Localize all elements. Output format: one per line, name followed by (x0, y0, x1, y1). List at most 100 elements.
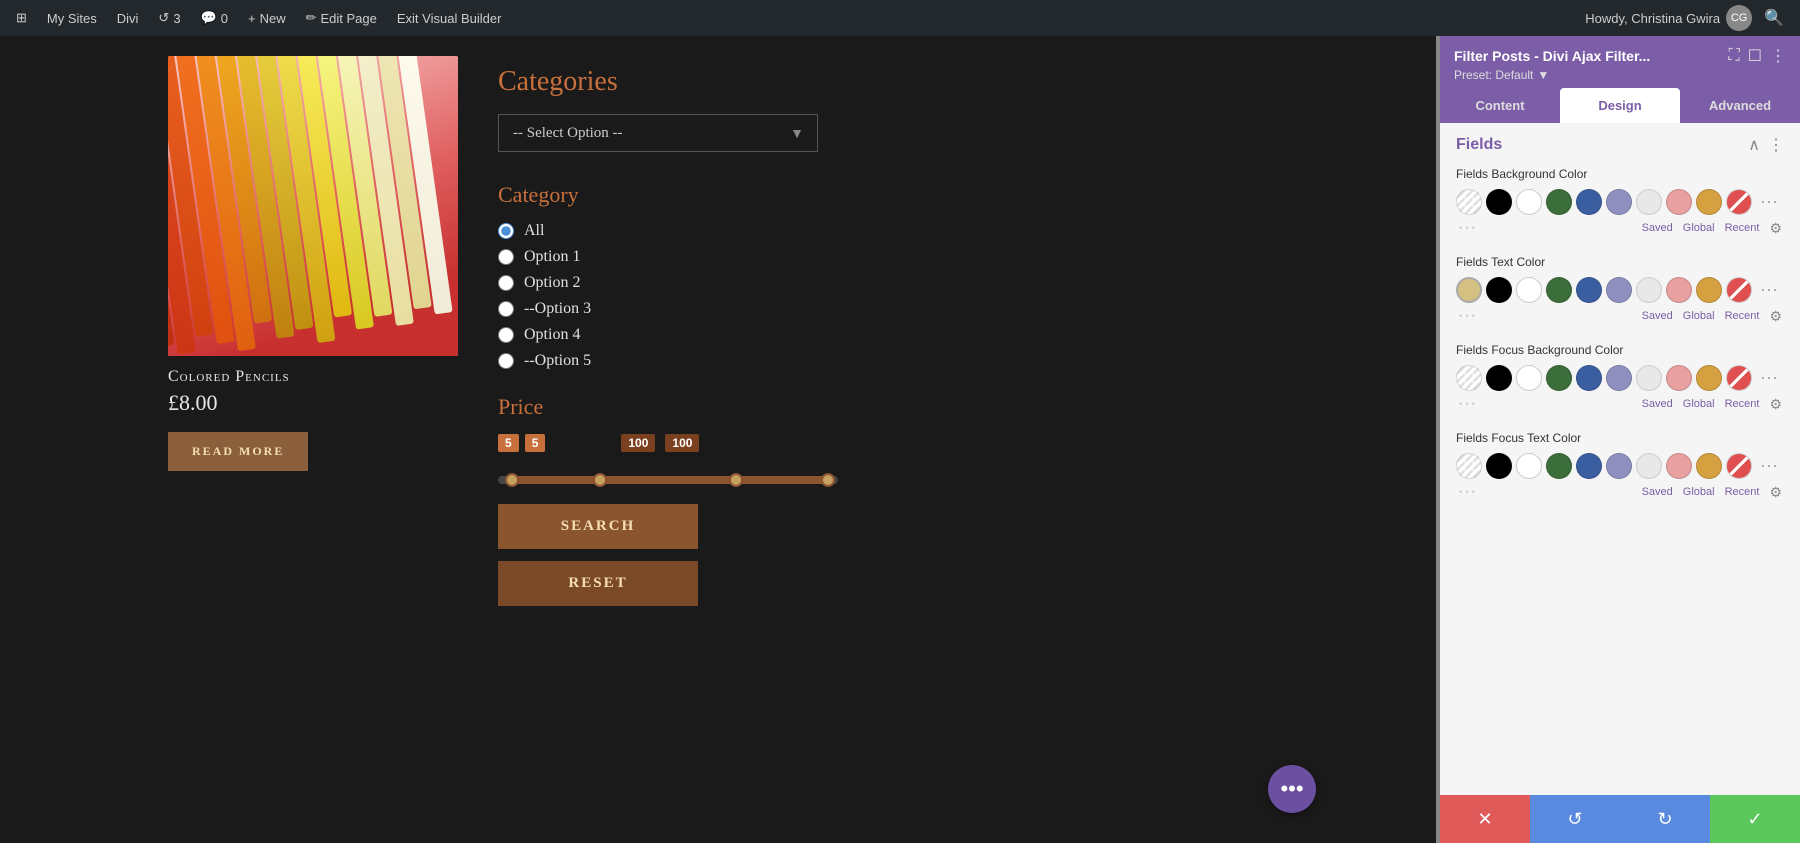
global-label-ftxt[interactable]: Global (1683, 486, 1715, 498)
search-icon[interactable]: 🔍 (1756, 8, 1792, 28)
global-label-bg[interactable]: Global (1683, 222, 1715, 234)
reset-button[interactable]: Reset (498, 561, 698, 606)
floating-action-button[interactable]: ••• (1268, 765, 1316, 813)
swatch-black-fbg[interactable] (1486, 365, 1512, 391)
tab-content[interactable]: Content (1440, 88, 1560, 123)
howdy-item[interactable]: Howdy, Christina Gwira CG (1585, 5, 1752, 31)
edit-page-item[interactable]: ✏ Edit Page (298, 0, 385, 36)
redo-button[interactable]: ↻ (1620, 795, 1710, 843)
swatch-blue-text[interactable] (1576, 277, 1602, 303)
saved-label-bg[interactable]: Saved (1642, 222, 1673, 234)
my-sites[interactable]: My Sites (39, 0, 105, 36)
color-extra-icon-ftxt[interactable]: ⋯ (1760, 456, 1779, 477)
swatch-white-ftxt[interactable] (1516, 453, 1542, 479)
recent-label-ftxt[interactable]: Recent (1725, 486, 1760, 498)
new-item[interactable]: + New (240, 0, 294, 36)
fields-menu-icon[interactable]: ⋮ (1768, 135, 1784, 155)
swatch-transparent-ftxt[interactable] (1456, 453, 1482, 479)
price-thumb-max1[interactable] (729, 473, 743, 487)
swatch-red-slash-ftxt[interactable] (1726, 453, 1752, 479)
swatch-pink-bg[interactable] (1666, 189, 1692, 215)
tab-design[interactable]: Design (1560, 88, 1680, 123)
recent-label-fbg[interactable]: Recent (1725, 398, 1760, 410)
more-icon[interactable]: ⋮ (1770, 46, 1786, 66)
color-extra-icon-fbg[interactable]: ⋯ (1760, 368, 1779, 389)
wp-logo[interactable]: ⊞ (8, 0, 35, 36)
gear-icon-ftxt[interactable]: ⚙ (1769, 484, 1782, 501)
radio-all[interactable]: All (498, 222, 1268, 240)
swatch-white-text[interactable] (1516, 277, 1542, 303)
tab-advanced[interactable]: Advanced (1680, 88, 1800, 123)
color-extra-icon-text[interactable]: ⋯ (1760, 280, 1779, 301)
swatch-gold-text[interactable] (1696, 277, 1722, 303)
swatch-gold-fbg[interactable] (1696, 365, 1722, 391)
sidebar-preset[interactable]: Preset: Default ▼ (1454, 68, 1786, 82)
radio-option3[interactable]: --Option 3 (498, 300, 1268, 318)
radio-option4[interactable]: Option 4 (498, 326, 1268, 344)
fields-collapse-icon[interactable]: ∧ (1748, 135, 1760, 155)
category-select[interactable]: -- Select Option -- Option 1 Option 2 Op… (498, 114, 818, 152)
gear-icon-text[interactable]: ⚙ (1769, 308, 1782, 325)
swatch-white-bg[interactable] (1516, 189, 1542, 215)
swatch-lavender-bg[interactable] (1606, 189, 1632, 215)
swatch-red-slash-bg[interactable] (1726, 189, 1752, 215)
gear-icon-fbg[interactable]: ⚙ (1769, 396, 1782, 413)
swatch-lightgray-ftxt[interactable] (1636, 453, 1662, 479)
saved-label-text[interactable]: Saved (1642, 310, 1673, 322)
swatch-white-fbg[interactable] (1516, 365, 1542, 391)
swatch-lightgray-bg[interactable] (1636, 189, 1662, 215)
revisions-item[interactable]: ↺ 3 (150, 0, 188, 36)
swatch-black-ftxt[interactable] (1486, 453, 1512, 479)
swatch-lightgray-text[interactable] (1636, 277, 1662, 303)
swatch-red-slash-fbg[interactable] (1726, 365, 1752, 391)
color-dots-fbg[interactable]: ··· (1458, 395, 1477, 413)
global-label-text[interactable]: Global (1683, 310, 1715, 322)
swatch-lightgray-fbg[interactable] (1636, 365, 1662, 391)
swatch-eyedropper-text[interactable] (1456, 277, 1482, 303)
swatch-black-text[interactable] (1486, 277, 1512, 303)
swatch-lavender-text[interactable] (1606, 277, 1632, 303)
swatch-black-bg[interactable] (1486, 189, 1512, 215)
swatch-green-ftxt[interactable] (1546, 453, 1572, 479)
swatch-pink-fbg[interactable] (1666, 365, 1692, 391)
cancel-button[interactable]: ✕ (1440, 795, 1530, 843)
save-button[interactable]: ✓ (1710, 795, 1800, 843)
swatch-gold-bg[interactable] (1696, 189, 1722, 215)
undo-button[interactable]: ↺ (1530, 795, 1620, 843)
radio-input-option5[interactable] (498, 353, 514, 369)
radio-option2[interactable]: Option 2 (498, 274, 1268, 292)
swatch-blue-fbg[interactable] (1576, 365, 1602, 391)
swatch-transparent-fbg[interactable] (1456, 365, 1482, 391)
swatch-transparent-bg[interactable] (1456, 189, 1482, 215)
divi-item[interactable]: Divi (109, 0, 147, 36)
price-thumb-mid[interactable] (593, 473, 607, 487)
swatch-gold-ftxt[interactable] (1696, 453, 1722, 479)
radio-option5[interactable]: --Option 5 (498, 352, 1268, 370)
exit-builder-item[interactable]: Exit Visual Builder (389, 0, 510, 36)
expand-icon[interactable]: ⛶ (1728, 47, 1739, 65)
swatch-pink-text[interactable] (1666, 277, 1692, 303)
radio-input-all[interactable] (498, 223, 514, 239)
recent-label-bg[interactable]: Recent (1725, 222, 1760, 234)
global-label-fbg[interactable]: Global (1683, 398, 1715, 410)
color-extra-icon-bg[interactable]: ⋯ (1760, 192, 1779, 213)
swatch-lavender-fbg[interactable] (1606, 365, 1632, 391)
panel-icon[interactable]: ☐ (1748, 46, 1762, 66)
radio-option1[interactable]: Option 1 (498, 248, 1268, 266)
price-thumb-max2[interactable] (821, 473, 835, 487)
saved-label-fbg[interactable]: Saved (1642, 398, 1673, 410)
radio-input-option3[interactable] (498, 301, 514, 317)
swatch-blue-bg[interactable] (1576, 189, 1602, 215)
swatch-green-text[interactable] (1546, 277, 1572, 303)
swatch-green-fbg[interactable] (1546, 365, 1572, 391)
radio-input-option4[interactable] (498, 327, 514, 343)
search-button[interactable]: Search (498, 504, 698, 549)
radio-input-option1[interactable] (498, 249, 514, 265)
saved-label-ftxt[interactable]: Saved (1642, 486, 1673, 498)
read-more-button[interactable]: Read More (168, 432, 308, 471)
recent-label-text[interactable]: Recent (1725, 310, 1760, 322)
swatch-blue-ftxt[interactable] (1576, 453, 1602, 479)
color-dots-bg[interactable]: ··· (1458, 219, 1477, 237)
swatch-pink-ftxt[interactable] (1666, 453, 1692, 479)
color-dots-ftxt[interactable]: ··· (1458, 483, 1477, 501)
